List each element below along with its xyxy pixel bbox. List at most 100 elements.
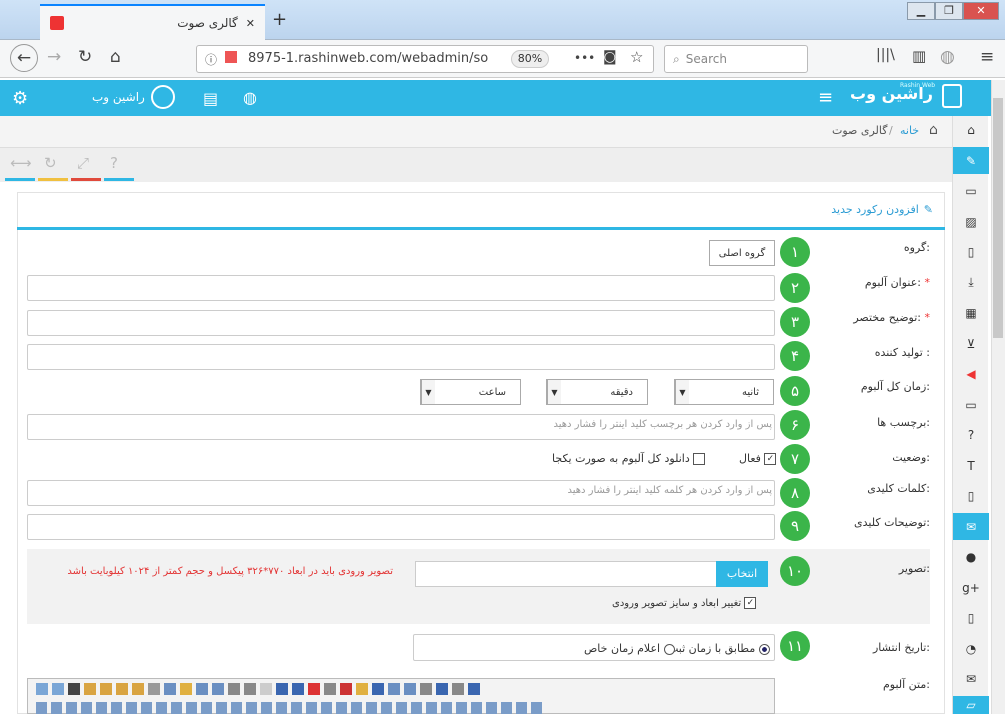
media-icon[interactable] <box>356 683 368 695</box>
bookmark-star-icon[interactable]: ☆ <box>630 48 643 66</box>
resize-checkbox[interactable]: ✓ <box>744 597 757 609</box>
save-icon[interactable] <box>276 683 288 695</box>
youtube-icon[interactable] <box>308 683 320 695</box>
sidebar-file-icon[interactable]: ▯ <box>953 238 989 265</box>
album-title-input[interactable] <box>27 275 775 301</box>
sidebar-monitor-icon[interactable]: ▭ <box>953 391 989 418</box>
sidebar-user-icon[interactable]: ● <box>953 543 989 570</box>
redo-icon[interactable] <box>52 683 64 695</box>
keywords-input[interactable]: پس از وارد کردن هر کلمه کلید اینتر را فش… <box>27 480 775 506</box>
select-icon[interactable] <box>420 683 432 695</box>
sidebar-image-icon[interactable]: ▨ <box>953 208 989 235</box>
help-editor-icon[interactable] <box>292 683 304 695</box>
print-icon[interactable] <box>244 683 256 695</box>
paste-icon[interactable] <box>84 683 96 695</box>
forward-icon[interactable]: → <box>47 47 61 67</box>
sidebar-mail-icon[interactable]: ✉ <box>953 665 989 692</box>
cut-icon[interactable] <box>68 683 80 695</box>
new-tab-button[interactable]: + <box>272 9 287 30</box>
image-insert-icon[interactable] <box>388 683 400 695</box>
sidebar-edit-icon[interactable]: ✎ <box>953 147 989 174</box>
reload-icon[interactable]: ↻ <box>78 47 92 67</box>
breadcrumb-home[interactable]: خانه <box>900 124 919 137</box>
publish-opt1-row[interactable]: مطابق با زمان ثبت <box>668 642 770 655</box>
url-text[interactable]: 8975-1.rashinweb.com/webadmin/so <box>248 51 488 66</box>
publish-opt1-radio[interactable] <box>758 643 770 655</box>
back-icon[interactable]: ← <box>10 44 38 72</box>
minimize-button[interactable]: ▁ <box>907 2 935 20</box>
image-gallery-icon[interactable] <box>404 683 416 695</box>
image-path-input[interactable] <box>415 561 717 587</box>
sidebar-question-icon[interactable]: ? <box>953 421 989 448</box>
sidebar-folder-icon[interactable]: ▱ <box>953 696 989 714</box>
active-checkbox[interactable]: ✓ <box>764 453 777 465</box>
sidebar-download-icon[interactable]: ⤓ <box>953 269 989 296</box>
close-window-button[interactable]: ✕ <box>963 2 999 20</box>
producer-input[interactable] <box>27 344 775 370</box>
replace-icon[interactable] <box>212 683 224 695</box>
paste-special-icon[interactable] <box>132 683 144 695</box>
seconds-select[interactable]: ثانیه <box>674 379 774 405</box>
sidebar-googleplus-icon[interactable]: g+ <box>953 574 989 601</box>
iframe-icon[interactable] <box>324 683 336 695</box>
home-icon[interactable]: ⌂ <box>110 47 121 67</box>
browser-tab[interactable]: گالری صوت ✕ <box>40 4 265 40</box>
anchor-icon[interactable] <box>436 683 448 695</box>
editor-toolbar-row2[interactable] <box>36 702 546 714</box>
unlink-icon[interactable] <box>452 683 464 695</box>
user-name[interactable]: راشین وب <box>92 90 145 104</box>
chevron-down-icon[interactable]: ▼ <box>421 380 435 404</box>
copy-icon[interactable] <box>148 683 160 695</box>
hours-select[interactable]: ساعت <box>420 379 521 405</box>
breadcrumb-home-icon[interactable]: ⌂ <box>929 122 938 138</box>
download-all-row[interactable]: دانلود کل آلبوم به صورت یکجا <box>552 452 706 465</box>
paste-word-icon[interactable] <box>116 683 128 695</box>
collapse-icon[interactable]: ⟷ <box>10 154 32 172</box>
library-icon[interactable]: |||\ <box>876 47 895 63</box>
sidebar-card-icon[interactable]: ▭ <box>953 177 989 204</box>
active-checkbox-row[interactable]: فعال ✓ <box>739 452 777 465</box>
sidebar-mobile-icon[interactable]: ▯ <box>953 604 989 631</box>
undo-icon[interactable] <box>36 683 48 695</box>
maximize-button[interactable]: ❐ <box>935 2 963 20</box>
globe-icon[interactable]: ◍ <box>940 47 955 67</box>
server-icon[interactable]: ▤ <box>203 89 218 108</box>
sidebar-film-icon[interactable]: ▦ <box>953 299 989 326</box>
chevron-down-icon[interactable]: ▼ <box>547 380 561 404</box>
find-icon[interactable] <box>196 683 208 695</box>
spellcheck-icon[interactable] <box>164 683 176 695</box>
paste-text-icon[interactable] <box>100 683 112 695</box>
chevron-down-icon[interactable]: ▼ <box>675 380 689 404</box>
preview-icon[interactable] <box>228 683 240 695</box>
sidebar-text-icon[interactable]: T <box>953 452 989 479</box>
page-actions-icon[interactable]: ••• <box>574 51 595 65</box>
minutes-select[interactable]: دقیقه <box>546 379 648 405</box>
download-all-checkbox[interactable] <box>693 453 706 465</box>
browser-search-input[interactable]: ⌕ Search <box>664 45 808 73</box>
sidebar-inbox-icon[interactable]: ✉ <box>953 513 989 540</box>
sidebar-toggle-icon[interactable]: ▥ <box>912 47 926 65</box>
globe-site-icon[interactable]: ◍ <box>243 88 257 107</box>
fullscreen-icon[interactable]: ⤢ <box>77 154 89 172</box>
menu-icon[interactable]: ≡ <box>980 47 994 67</box>
sidebar-page-icon[interactable]: ▯ <box>953 482 989 509</box>
flash-icon[interactable] <box>372 683 384 695</box>
hamburger-menu-icon[interactable]: ≡ <box>818 87 833 108</box>
settings-gear-icon[interactable]: ⚙ <box>12 88 28 109</box>
sidebar-comments-icon[interactable]: ◔ <box>953 635 989 662</box>
new-page-icon[interactable] <box>260 683 272 695</box>
user-avatar-icon[interactable] <box>151 85 175 109</box>
scrollbar-thumb[interactable] <box>993 98 1003 338</box>
clear-format-icon[interactable] <box>180 683 192 695</box>
zoom-badge[interactable]: 80% <box>511 50 549 68</box>
tab-close-icon[interactable]: ✕ <box>246 17 255 30</box>
resize-row[interactable]: تغییر ابعاد و سایز تصویر ورودی ✓ <box>612 597 757 609</box>
publish-opt2-radio[interactable] <box>663 643 675 655</box>
info-icon[interactable]: ⓘ <box>205 51 217 68</box>
link-icon[interactable] <box>468 683 480 695</box>
pdf-icon[interactable] <box>340 683 352 695</box>
pocket-icon[interactable]: ◙ <box>603 49 617 65</box>
choose-image-button[interactable]: انتخاب <box>716 561 768 587</box>
tags-input[interactable]: پس از وارد کردن هر برچسب کلید اینتر را ف… <box>27 414 775 440</box>
publish-opt2-row[interactable]: اعلام زمان خاص <box>584 642 675 655</box>
